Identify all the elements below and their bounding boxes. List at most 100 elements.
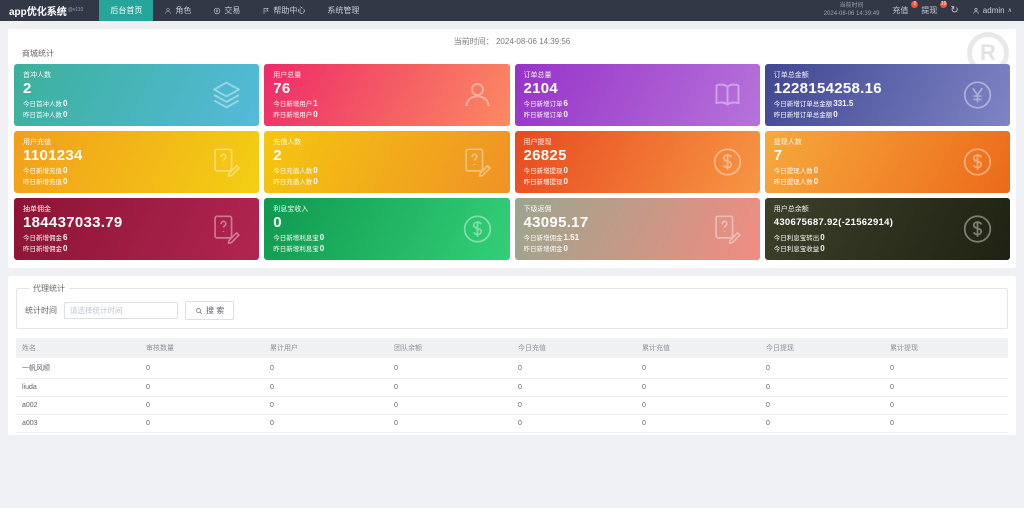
stat-cell: 0	[140, 414, 264, 433]
agent-stats-panel: 代理统计 统计时间 搜 索 姓名审核数量累计用户团队余额今日充值累计充值今日提现…	[8, 276, 1016, 435]
nav-item[interactable]: 系统管理	[316, 0, 370, 21]
recharge-notice[interactable]: 充值 0	[892, 1, 919, 16]
nav-item-label: 系统管理	[327, 6, 360, 15]
nav-item[interactable]: 帮助中心	[251, 0, 316, 21]
agent-table-head-row: 姓名 审核数量 累计用户 团队余额 今日充值 累计充值 今日提现 累计提现	[16, 338, 1008, 358]
chevron-up-icon: ∧	[1007, 8, 1012, 14]
dollar-circle-icon	[461, 213, 494, 246]
file-question-icon	[461, 146, 494, 179]
stat-cell: 0	[388, 396, 512, 415]
stat-cell: 0	[636, 396, 760, 415]
stat-cell: 0	[512, 414, 636, 433]
agent-filter-fieldset: 代理统计 统计时间 搜 索	[16, 283, 1008, 329]
withdraw-notice-label: 提现	[921, 6, 938, 15]
table-row: liuda 0 0 0 0 0 0 0	[16, 378, 1008, 397]
stat-line-label: 昨日新增订单	[523, 112, 563, 120]
file-question-icon	[711, 213, 744, 246]
stat-cell: 0	[884, 414, 1008, 433]
nav-item[interactable]: 角色	[153, 0, 202, 21]
col-header: 累计用户	[264, 338, 388, 358]
stat-line-label: 今日新增充值	[23, 168, 62, 176]
stat-line-label: 昨日首冲人数	[23, 112, 62, 120]
stat-cell: 0	[636, 378, 760, 397]
stat-line-value: 0	[563, 110, 568, 120]
stat-cell: 0	[388, 414, 512, 433]
stat-line-label: 今日新增提现	[523, 168, 563, 176]
nav-item-label: 帮助中心	[273, 6, 306, 15]
stat-line-label: 昨日新增充值	[23, 179, 62, 187]
nav-item[interactable]: 后台首页	[99, 0, 154, 21]
stat-card: 用户总余额 430675687.92(-21562914) 今日利息宝转出0 今…	[764, 198, 1010, 260]
stat-line-label: 昨日新增佣金	[523, 246, 563, 254]
stat-line-label: 今日新增佣金	[23, 235, 62, 243]
stat-cell: 0	[264, 396, 388, 415]
topbar: app优化系统@v110 后台首页 角色 交易 帮助中心 系统管理 当前时间 2024-…	[0, 0, 1024, 21]
search-button[interactable]: 搜 索	[185, 301, 235, 320]
stat-time-label: 统计时间	[25, 306, 57, 315]
stat-cell: 0	[388, 378, 512, 397]
stat-cell: 0	[264, 414, 388, 433]
table-row: a002 0 0 0 0 0 0 0	[16, 396, 1008, 415]
col-header: 姓名	[16, 338, 140, 358]
agent-name-cell: a002	[16, 396, 140, 415]
stat-line-value: 1	[313, 99, 318, 109]
stat-card: 用户总量 76 今日新增用户1 昨日新增用户0	[264, 64, 510, 126]
stat-line-label: 今日充值人数	[273, 168, 313, 176]
stat-line-value: 0	[813, 166, 819, 176]
stat-line-label: 今日利息宝转出	[773, 235, 820, 243]
stat-card: 充值人数 2 今日充值人数0 昨日充值人数0	[264, 131, 510, 193]
nav-item-label: 交易	[224, 6, 241, 15]
agent-name-cell: a003	[16, 414, 140, 433]
withdraw-notice[interactable]: 提现 19	[921, 1, 948, 16]
stat-cell: 0	[140, 358, 264, 379]
stat-cell: 0	[884, 396, 1008, 415]
file-question-icon	[210, 213, 243, 246]
topbar-clock-value: 2024-08-06 14:39:49	[823, 10, 880, 17]
stat-line-value: 0	[313, 166, 318, 176]
stat-line-value: 0	[319, 233, 325, 243]
stat-time-input[interactable]	[64, 302, 178, 319]
stat-cell: 0	[636, 358, 760, 379]
stat-line-label: 昨日新增提现	[523, 179, 563, 187]
stat-line-value: 6	[63, 233, 68, 243]
stat-line-value: 0	[833, 110, 838, 120]
main-nav: 后台首页 角色 交易 帮助中心 系统管理	[99, 0, 370, 21]
panel-time-label: 当前时间：	[453, 37, 494, 46]
stat-line-value: 0	[820, 233, 825, 243]
stat-card: 用户提现 26825 今日新增提现0 昨日新增提现0	[514, 131, 760, 193]
app-logo[interactable]: app优化系统@v110	[9, 3, 83, 18]
stat-cell: 0	[636, 414, 760, 433]
stat-line-value: 1.51	[563, 233, 580, 243]
stat-card: 下级返佣 43095.17 今日新增佣金1.51 昨日新增佣金0	[514, 198, 760, 260]
stat-line-label: 今日新增订单	[523, 101, 563, 109]
stat-line-label: 昨日提现人数	[773, 179, 813, 187]
stat-line-label: 昨日新增利息宝	[273, 246, 319, 254]
stat-cell: 0	[264, 358, 388, 379]
user-menu[interactable]: admin ∧	[972, 6, 1012, 15]
app-version: @v110	[67, 6, 84, 13]
agent-table: 姓名 审核数量 累计用户 团队余额 今日充值 累计充值 今日提现 累计提现 一帆风顺 0 0 0 0 0…	[16, 338, 1008, 433]
stat-line-label: 昨日充值人数	[273, 179, 313, 187]
stat-line-label: 今日利息宝收益	[773, 246, 820, 254]
panel-current-time: 当前时间： 2024-08-06 14:39:56	[14, 36, 1010, 47]
stat-line-value: 0	[313, 177, 318, 187]
file-question-icon	[210, 146, 243, 179]
refresh-icon[interactable]: ↻	[950, 5, 958, 16]
stat-line-label: 昨日新增订单总金额	[773, 112, 833, 120]
stat-line-label: 昨日新增用户	[273, 112, 313, 120]
nav-item-label: 角色	[175, 6, 192, 15]
stat-card: 提现人数 7 今日提现人数0 昨日提现人数0	[764, 131, 1010, 193]
stat-cell: 0	[760, 378, 884, 397]
stat-card: 用户充值 1101234 今日新增充值0 昨日新增充值0	[14, 131, 260, 193]
stat-line-value: 0	[63, 110, 68, 120]
filter-row: 统计时间 搜 索	[25, 301, 999, 320]
stat-line-label: 今日新增用户	[273, 101, 313, 109]
stat-line-value: 0	[563, 177, 568, 187]
agent-table-body: 一帆风顺 0 0 0 0 0 0 0 liuda 0 0 0 0 0 0 0 a002 0 0 0 0 0 0 0 a003 0 0…	[16, 358, 1008, 433]
topbar-clock: 当前时间 2024-08-06 14:39:49	[824, 3, 880, 19]
stat-line-value: 0	[313, 110, 318, 120]
nav-item[interactable]: 交易	[202, 0, 251, 21]
stat-cell: 0	[760, 396, 884, 415]
layers-icon	[210, 79, 243, 112]
stat-line-label: 今日首冲人数	[23, 101, 62, 109]
